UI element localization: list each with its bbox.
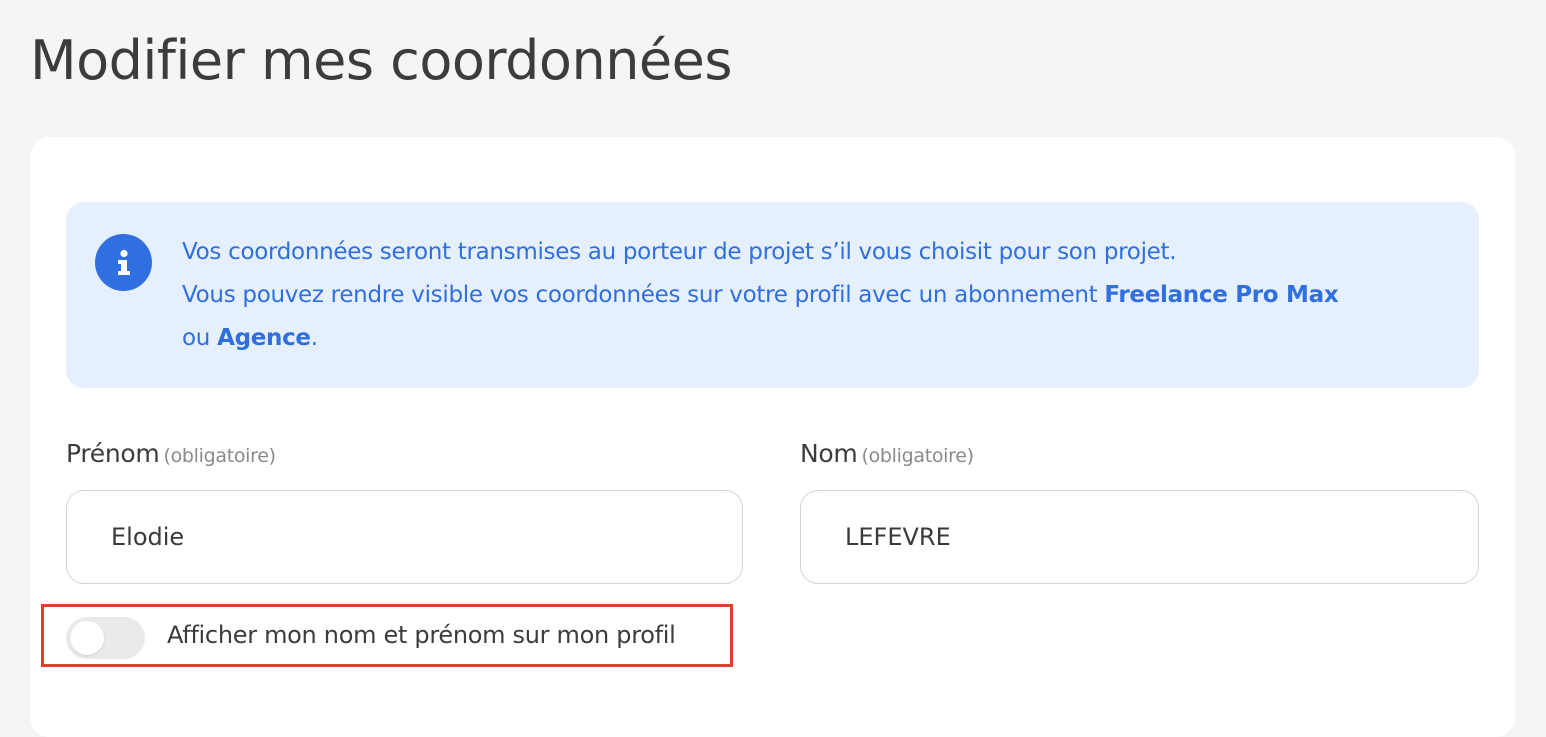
first-name-field[interactable] bbox=[66, 490, 743, 584]
first-name-label: Prénom (obligatoire) bbox=[66, 439, 276, 468]
info-line-3-text: ou bbox=[182, 325, 218, 351]
show-name-toggle-label[interactable]: Afficher mon nom et prénom sur mon profi… bbox=[167, 621, 676, 649]
info-line-2: Vous pouvez rendre visible vos coordonné… bbox=[182, 274, 1472, 317]
show-name-toggle[interactable] bbox=[66, 617, 145, 659]
first-name-required-hint: (obligatoire) bbox=[163, 445, 276, 467]
info-line-3: ou Agence. bbox=[182, 317, 1472, 360]
page-title: Modifier mes coordonnées bbox=[30, 29, 733, 92]
info-line-2-text: Vous pouvez rendre visible vos coordonné… bbox=[182, 282, 1105, 308]
info-line-3-end: . bbox=[310, 325, 318, 351]
info-line-1: Vos coordonnées seront transmises au por… bbox=[182, 239, 1177, 265]
plan-freelance-pro-max: Freelance Pro Max bbox=[1104, 282, 1339, 308]
contact-details-card: Vos coordonnées seront transmises au por… bbox=[30, 137, 1515, 737]
last-name-label-text: Nom bbox=[800, 439, 858, 468]
first-name-label-text: Prénom bbox=[66, 439, 160, 468]
plan-agence: Agence bbox=[217, 325, 311, 351]
info-message: Vos coordonnées seront transmises au por… bbox=[182, 231, 1472, 360]
info-banner: Vos coordonnées seront transmises au por… bbox=[66, 202, 1479, 388]
last-name-field[interactable] bbox=[800, 490, 1479, 584]
last-name-required-hint: (obligatoire) bbox=[861, 445, 974, 467]
toggle-knob bbox=[70, 621, 104, 655]
last-name-label: Nom (obligatoire) bbox=[800, 439, 974, 468]
info-icon bbox=[95, 234, 152, 291]
